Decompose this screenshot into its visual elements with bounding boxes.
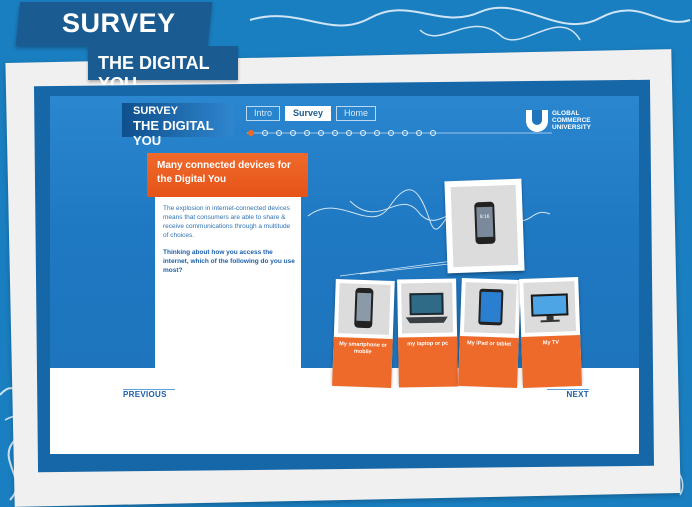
screen-title-small: SURVEY — [133, 105, 179, 117]
tab-intro[interactable]: Intro — [246, 106, 281, 121]
tab-survey[interactable]: Survey — [285, 106, 332, 121]
option-tablet[interactable]: My iPad or tablet — [458, 278, 521, 388]
svg-text:9:16: 9:16 — [480, 214, 490, 220]
selected-device-card: 9:16 — [444, 178, 525, 274]
survey-tag-label: SURVEY — [62, 8, 176, 38]
screen-title-box: SURVEY THE DIGITAL YOU — [122, 103, 234, 148]
option-smartphone-label: My smartphone or mobile — [332, 336, 393, 388]
screen-title-big: THE DIGITAL YOU — [133, 118, 214, 148]
smartphone-icon: 9:16 — [474, 201, 496, 245]
question-body: The explosion in internet-connected devi… — [163, 204, 297, 275]
next-button[interactable]: NEXT — [547, 389, 589, 404]
question-prompt: Thinking about how you access the intern… — [163, 249, 295, 274]
question-intro: The explosion in internet-connected devi… — [163, 205, 291, 239]
option-tv-label: My TV — [521, 334, 582, 388]
progress-track — [247, 130, 552, 136]
option-laptop[interactable]: my laptop or pc — [397, 278, 458, 388]
option-tablet-label: My iPad or tablet — [458, 335, 519, 388]
smartphone-icon — [354, 287, 374, 329]
option-tv[interactable]: My TV — [519, 277, 582, 388]
option-smartphone[interactable]: My smartphone or mobile — [332, 279, 395, 388]
tab-bar: Intro Survey Home — [246, 106, 377, 121]
tablet-icon — [478, 288, 504, 326]
option-laptop-label: my laptop or pc — [398, 336, 458, 388]
laptop-icon — [405, 292, 448, 324]
survey-screen: SURVEY THE DIGITAL YOU Intro Survey Home… — [50, 96, 639, 454]
tv-icon — [530, 293, 569, 323]
brand-name: GLOBAL COMMERCE UNIVERSITY — [552, 110, 592, 131]
survey-tag: SURVEY — [15, 2, 213, 46]
gcu-logo-icon — [526, 110, 548, 132]
question-heading: Many connected devices for the Digital Y… — [147, 153, 308, 197]
digital-you-tag: THE DIGITAL YOU — [88, 46, 238, 94]
tab-home[interactable]: Home — [336, 106, 377, 121]
previous-button[interactable]: PREVIOUS — [123, 389, 175, 404]
